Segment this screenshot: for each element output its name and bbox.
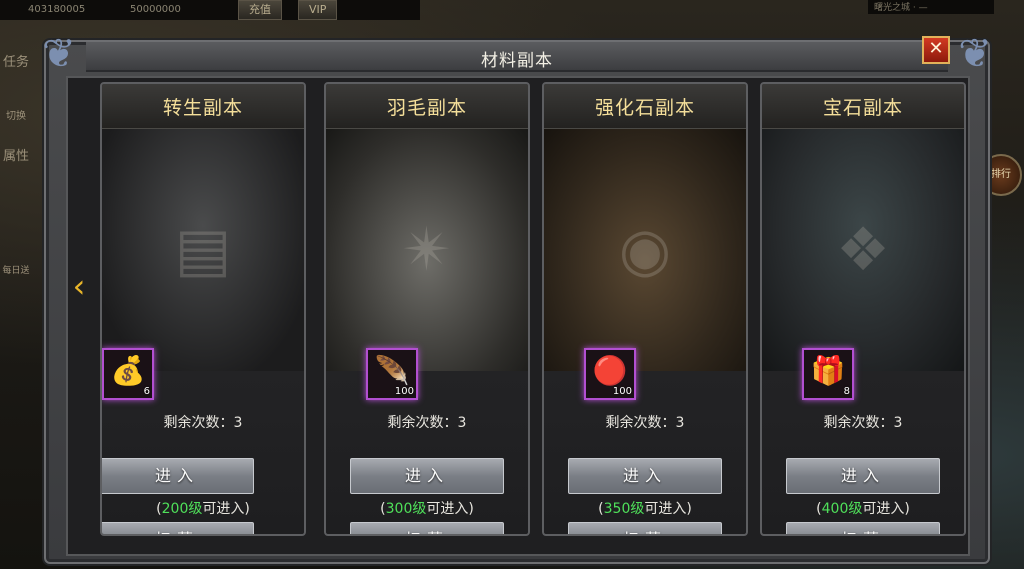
recharge-button[interactable]: 充值 [238,0,282,20]
attribute-tab[interactable]: 属性 [2,148,30,166]
resource-value-1: 403180005 [28,4,86,15]
top-resource-bar: 403180005 50000000 [0,0,420,20]
item-count: 100 [612,386,632,397]
reward-item-slot[interactable]: 🔴 100 [584,348,636,400]
scene-decoration-icon: ◉ [618,215,672,285]
req-level: 300级 [385,501,427,517]
panel-title: 材料副本 [481,51,553,71]
reward-item-slot[interactable]: 🎁 8 [802,348,854,400]
card-title-bar: 羽毛副本 [326,84,528,129]
dragon-ornament-icon: ❦ [42,31,76,77]
sweep-button[interactable]: 扫荡 [102,522,254,534]
scene-decoration-icon: ▤ [174,215,232,285]
dungeon-card: 羽毛副本 ✴ 🪶 100 剩余次数：3 进入 (300级可进入) 扫荡 [324,82,530,536]
dungeon-card: 宝石副本 ❖ 🎁 8 剩余次数：3 进入 (400级可进入) 扫荡 [760,82,966,536]
dungeon-scene-image: ◉ [544,129,746,371]
level-requirement: (400级可进入) [762,498,964,518]
card-title: 转生副本 [162,97,243,119]
req-suffix: 可进入) [644,501,692,517]
daily-gift-tab[interactable]: 每日送 [2,262,30,280]
level-requirement: (300级可进入) [326,498,528,518]
card-title-bar: 转生副本 [102,84,304,129]
switch-tab[interactable]: 切换 [2,108,30,126]
dungeon-scene-image: ✴ [326,129,528,371]
req-suffix: 可进入) [202,501,250,517]
material-dungeon-panel: 材料副本 ❦ ❦ ‹ 转生副本 ▤ 💰 6 剩余次数：3 进入 (200级可进入… [42,31,992,564]
remaining-attempts: 剩余次数：3 [163,415,243,431]
card-title: 宝石副本 [822,97,903,119]
enter-button[interactable]: 进入 [102,458,254,494]
remaining-attempts: 剩余次数：3 [823,415,903,431]
req-suffix: 可进入) [862,501,910,517]
item-count: 8 [843,386,850,397]
red-gem-icon: 🔴 [592,354,628,387]
dungeon-scene-image: ❖ [762,129,964,371]
prev-page-arrow-icon[interactable]: ‹ [66,266,92,306]
dungeon-card: 转生副本 ▤ 💰 6 剩余次数：3 进入 (200级可进入) 扫荡 [100,82,306,536]
req-level: 200级 [161,501,203,517]
item-count: 100 [394,386,414,397]
level-requirement: (200级可进入) [102,498,304,518]
enter-button[interactable]: 进入 [568,458,722,494]
resource-value-2: 50000000 [130,4,181,15]
scene-decoration-icon: ✴ [401,215,453,285]
location-bar: 曙光之城 · — [868,0,994,14]
vip-button[interactable]: VIP [298,0,338,20]
dragon-ornament-icon: ❦ [958,31,992,77]
sweep-button[interactable]: 扫荡 [568,522,722,534]
dungeon-scene-image: ▤ [102,129,304,371]
dungeon-card: 强化石副本 ◉ 🔴 100 剩余次数：3 进入 (350级可进入) 扫荡 [542,82,748,536]
reward-item-slot[interactable]: 🪶 100 [366,348,418,400]
req-level: 350级 [603,501,645,517]
card-title: 强化石副本 [594,97,695,119]
remaining-attempts: 剩余次数：3 [605,415,685,431]
card-title-bar: 强化石副本 [544,84,746,129]
card-title-bar: 宝石副本 [762,84,964,129]
close-button[interactable]: ✕ [922,36,950,64]
req-level: 400级 [821,501,863,517]
treasure-chest-icon: 💰 [110,354,146,387]
reward-item-slot[interactable]: 💰 6 [102,348,154,400]
panel-title-bar: 材料副本 [86,42,948,72]
sweep-button[interactable]: 扫荡 [786,522,940,534]
enter-button[interactable]: 进入 [350,458,504,494]
card-title: 羽毛副本 [386,97,467,119]
item-count: 6 [143,386,150,397]
scene-decoration-icon: ❖ [836,215,890,285]
left-side-menu: 任务 切换 属性 每日送 [0,40,36,500]
enter-button[interactable]: 进入 [786,458,940,494]
req-suffix: 可进入) [426,501,474,517]
feather-icon: 🪶 [374,354,410,387]
remaining-attempts: 剩余次数：3 [387,415,467,431]
level-requirement: (350级可进入) [544,498,746,518]
sweep-button[interactable]: 扫荡 [350,522,504,534]
gift-box-icon: 🎁 [810,354,846,387]
